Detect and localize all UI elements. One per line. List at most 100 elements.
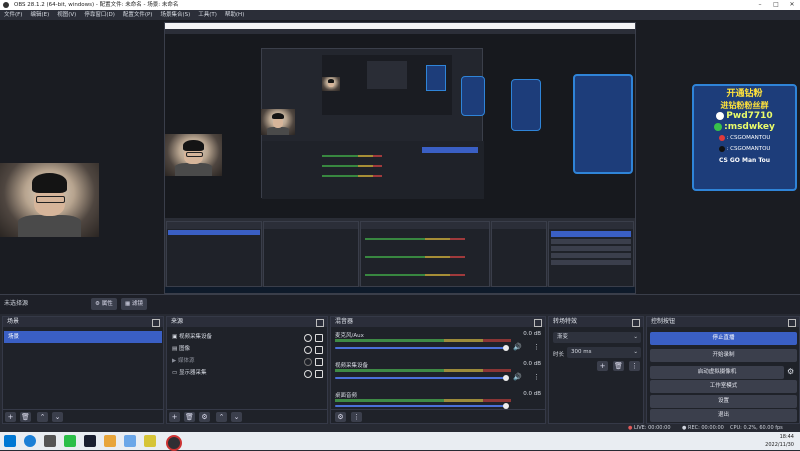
move-up-button[interactable]: ⌃ bbox=[216, 412, 227, 422]
source-properties-button[interactable]: ⚙ bbox=[199, 412, 210, 422]
app-icon[interactable] bbox=[104, 435, 116, 447]
volume-slider[interactable] bbox=[335, 347, 505, 349]
audio-meter bbox=[335, 369, 511, 372]
close-icon[interactable]: ✕ bbox=[784, 0, 800, 10]
add-scene-button[interactable]: + bbox=[5, 412, 16, 422]
obs-taskbar-icon[interactable] bbox=[166, 435, 182, 451]
menu-scene-collection[interactable]: 场景集合(S) bbox=[156, 10, 194, 20]
undock-icon[interactable] bbox=[152, 319, 160, 327]
speaker-icon[interactable]: 🔊 bbox=[513, 373, 522, 381]
volume-slider[interactable] bbox=[335, 405, 505, 407]
nested-banner-3 bbox=[511, 79, 541, 131]
exit-button[interactable]: 退出 bbox=[650, 409, 797, 422]
remove-scene-button[interactable]: 🗑 bbox=[20, 412, 31, 422]
mixer-menu-button[interactable]: ⋮ bbox=[351, 412, 362, 422]
system-clock: 18:44 2022/11/30 bbox=[765, 433, 794, 449]
settings-button[interactable]: 设置 bbox=[650, 395, 797, 408]
remove-source-button[interactable]: 🗑 bbox=[184, 412, 195, 422]
nested-webcam bbox=[165, 134, 222, 176]
source-item[interactable]: ▶ 媒体源 bbox=[168, 355, 326, 367]
stop-streaming-button[interactable]: 停止直播 bbox=[650, 332, 797, 345]
virtual-camera-settings-icon[interactable]: ⚙ bbox=[787, 367, 794, 376]
no-source-label: 未选择源 bbox=[4, 300, 29, 307]
scenes-title: 场景 bbox=[3, 317, 163, 327]
add-transition-button[interactable]: + bbox=[597, 361, 608, 371]
nested-banner-2 bbox=[461, 76, 485, 116]
visibility-icon[interactable] bbox=[304, 334, 312, 342]
move-down-button[interactable]: ⌄ bbox=[231, 412, 242, 422]
maximize-icon[interactable]: □ bbox=[768, 0, 784, 10]
filters-button[interactable]: ▦ 滤镜 bbox=[121, 298, 147, 310]
visibility-icon[interactable] bbox=[304, 346, 312, 354]
app-icon[interactable] bbox=[124, 435, 136, 447]
undock-icon[interactable] bbox=[534, 319, 542, 327]
transition-menu-button[interactable]: ⋮ bbox=[629, 361, 640, 371]
display-capture-preview bbox=[164, 22, 636, 294]
remove-transition-button[interactable]: 🗑 bbox=[613, 361, 624, 371]
lock-icon[interactable] bbox=[315, 334, 323, 342]
source-item[interactable]: ▣ 视频采集设备 bbox=[168, 331, 326, 343]
properties-button[interactable]: ⚙ 属性 bbox=[91, 298, 117, 310]
studio-mode-button[interactable]: 工作室模式 bbox=[650, 380, 797, 393]
more-options-icon[interactable]: ⋮ bbox=[533, 373, 540, 381]
menu-profile[interactable]: 配置文件(P) bbox=[119, 10, 157, 20]
visibility-icon[interactable] bbox=[304, 358, 312, 366]
scene-item[interactable]: 场景 bbox=[4, 331, 162, 343]
source-item[interactable]: ▤ 图像 bbox=[168, 343, 326, 355]
edge-icon[interactable] bbox=[24, 435, 36, 447]
app-icon[interactable] bbox=[84, 435, 96, 447]
transitions-dock: 转场特效 渐变 ⌄ 时长 300 ms ⌄ + 🗑 ⋮ bbox=[548, 316, 644, 424]
start-recording-button[interactable]: 开始录制 bbox=[650, 349, 797, 362]
duration-input[interactable]: 300 ms ⌄ bbox=[567, 347, 641, 358]
nested-dock-sources bbox=[263, 221, 359, 287]
chevron-down-icon: ⌄ bbox=[633, 334, 638, 340]
menu-docks[interactable]: 停靠窗口(D) bbox=[80, 10, 119, 20]
menu-file[interactable]: 文件(F) bbox=[0, 10, 26, 20]
source-item[interactable]: ▭ 显示器采集 bbox=[168, 367, 326, 379]
menu-edit[interactable]: 编辑(E) bbox=[26, 10, 53, 20]
menu-tools[interactable]: 工具(T) bbox=[194, 10, 221, 20]
undock-icon[interactable] bbox=[316, 319, 324, 327]
nested-preview bbox=[165, 34, 635, 218]
duration-label: 时长 bbox=[553, 352, 565, 358]
audio-meter bbox=[335, 339, 511, 342]
lock-icon[interactable] bbox=[315, 346, 323, 354]
lock-icon[interactable] bbox=[315, 358, 323, 366]
nested-deeper-docks bbox=[262, 141, 484, 199]
minimize-icon[interactable]: – bbox=[752, 0, 768, 10]
volume-slider[interactable] bbox=[335, 377, 505, 379]
nested-webcam-2 bbox=[261, 109, 295, 135]
more-options-icon[interactable]: ⋮ bbox=[533, 343, 540, 351]
transition-select[interactable]: 渐变 ⌄ bbox=[553, 332, 641, 343]
start-icon[interactable] bbox=[4, 435, 16, 447]
wechat-app-icon[interactable] bbox=[64, 435, 76, 447]
banner-weibo: : CSGOMANTOU bbox=[726, 135, 771, 141]
undock-icon[interactable] bbox=[788, 319, 796, 327]
sources-footer: + 🗑 ⚙ ⌃ ⌄ bbox=[167, 409, 327, 423]
move-down-button[interactable]: ⌄ bbox=[52, 412, 63, 422]
nested-webcam-small bbox=[322, 77, 340, 91]
nested-dock-scenes bbox=[166, 221, 262, 287]
add-source-button[interactable]: + bbox=[169, 412, 180, 422]
banner-douyin: : CSGOMANTOU bbox=[726, 146, 771, 152]
volume-slider-handle[interactable] bbox=[503, 345, 509, 351]
explorer-icon[interactable] bbox=[44, 435, 56, 447]
notes-icon[interactable] bbox=[144, 435, 156, 447]
move-up-button[interactable]: ⌃ bbox=[37, 412, 48, 422]
speaker-icon[interactable]: 🔊 bbox=[513, 343, 522, 351]
game-controller-icon bbox=[716, 111, 725, 120]
undock-icon[interactable] bbox=[632, 319, 640, 327]
volume-slider-handle[interactable] bbox=[503, 375, 509, 381]
menu-view[interactable]: 视图(V) bbox=[53, 10, 80, 20]
lock-icon[interactable] bbox=[315, 370, 323, 378]
nested-banner bbox=[573, 74, 633, 174]
mixer-title: 混音器 bbox=[331, 317, 545, 327]
scenes-dock: 场景 场景 + 🗑 ⌃ ⌄ bbox=[2, 316, 164, 424]
start-virtual-camera-button[interactable]: 启动虚拟摄像机 bbox=[650, 366, 784, 379]
sources-dock: 来源 ▣ 视频采集设备 ▤ 图像 ▶ 媒体源 ▭ 显示器采集 + 🗑 ⚙ ⌃ ⌄ bbox=[166, 316, 328, 424]
mixer-channel-name: 麦克风/Aux bbox=[335, 333, 364, 339]
menu-help[interactable]: 帮助(H) bbox=[221, 10, 248, 20]
visibility-icon[interactable] bbox=[304, 370, 312, 378]
title-bar: OBS 28.1.2 (64-bit, windows) - 配置文件: 未命名… bbox=[0, 0, 800, 10]
advanced-audio-button[interactable]: ⚙ bbox=[335, 412, 346, 422]
